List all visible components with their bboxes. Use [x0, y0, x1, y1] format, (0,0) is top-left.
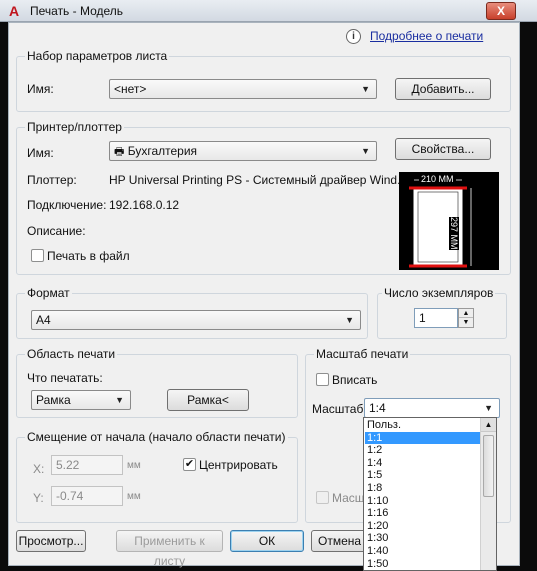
connection-label: Подключение:	[27, 198, 107, 212]
what-to-print-value: Рамка	[36, 393, 71, 407]
page-setup-title: Набор параметров листа	[25, 49, 170, 63]
copies-title: Число экземпляров	[382, 286, 496, 300]
printer-name-label: Имя:	[27, 146, 54, 160]
paper-format-select[interactable]: A4 ▼	[31, 310, 361, 330]
scroll-up-icon[interactable]: ▲	[481, 418, 496, 432]
scale-option[interactable]: 1:16	[365, 507, 481, 519]
print-area-title: Область печати	[25, 347, 118, 361]
preview-button[interactable]: Просмотр...	[16, 530, 86, 552]
scale-label: Масштаб:	[312, 402, 367, 416]
page-setup-name-value: <нет>	[114, 82, 147, 96]
page-setup-name-select[interactable]: <нет> ▼	[109, 79, 377, 99]
apply-to-layout-button[interactable]: Применить к листу	[116, 530, 223, 568]
plot-offset-title: Смещение от начала (начало области печат…	[25, 430, 288, 444]
what-to-print-label: Что печатать:	[27, 371, 103, 385]
scale-value: 1:4	[369, 401, 386, 415]
scale-lineweights-checkbox[interactable]	[316, 491, 329, 504]
connection-value: 192.168.0.12	[109, 198, 180, 212]
printer-group: Принтер/плоттер Имя: 🖶 Бухгалтерия ▼ Сво…	[16, 120, 511, 275]
scale-option[interactable]: 1:20	[365, 520, 481, 532]
print-area-group: Область печати Что печатать: Рамка ▼ Рам…	[16, 347, 298, 418]
copies-input[interactable]: 1	[414, 308, 458, 328]
spin-up-icon[interactable]: ▲	[459, 309, 473, 318]
print-to-file-checkbox[interactable]	[31, 249, 44, 262]
scale-option[interactable]: 1:2	[365, 444, 481, 456]
chevron-down-icon: ▼	[361, 146, 370, 156]
scale-list-scrollbar[interactable]: ▲	[480, 418, 496, 570]
more-about-printing-link[interactable]: Подробнее о печати	[370, 29, 483, 43]
ok-button[interactable]: ОК	[230, 530, 304, 552]
offset-x-label: X:	[33, 462, 45, 476]
description-label: Описание:	[27, 224, 86, 238]
page-setup-name-label: Имя:	[27, 82, 54, 96]
scale-option[interactable]: 1:50	[365, 558, 481, 570]
paper-width-label: 210 ММ	[419, 174, 456, 184]
scale-dropdown-list[interactable]: Польз. 1:1 1:2 1:4 1:5 1:8 1:10 1:16 1:20 1:30 1:4…	[363, 417, 497, 571]
printer-name-select[interactable]: 🖶 Бухгалтерия ▼	[109, 141, 377, 161]
scale-option[interactable]: 1:10	[365, 495, 481, 507]
window-title: Печать - Модель	[30, 4, 124, 18]
printer-properties-button[interactable]: Свойства...	[395, 138, 491, 160]
page-setup-group: Набор параметров листа Имя: <нет> ▼ Доба…	[16, 49, 511, 112]
scale-option[interactable]: 1:5	[365, 469, 481, 481]
plotter-value: HP Universal Printing PS - Системный дра…	[109, 173, 408, 187]
offset-x-input[interactable]: 5.22	[51, 455, 123, 475]
autocad-logo-icon: A	[8, 3, 20, 19]
scale-option[interactable]: 1:30	[365, 532, 481, 544]
offset-x-unit: мм	[127, 460, 141, 471]
chevron-down-icon: ▼	[115, 395, 124, 405]
chevron-down-icon: ▼	[484, 403, 493, 413]
scale-option[interactable]: Польз.	[365, 419, 481, 431]
spin-down-icon[interactable]: ▼	[459, 318, 473, 327]
offset-y-input[interactable]: -0.74	[51, 486, 123, 506]
scale-option[interactable]: 1:1	[365, 431, 481, 444]
title-bar[interactable]: A Печать - Модель X	[0, 0, 537, 22]
info-icon[interactable]: i	[346, 29, 361, 44]
format-title: Формат	[25, 286, 72, 300]
scale-option[interactable]: 1:8	[365, 482, 481, 494]
plotter-label: Плоттер:	[27, 173, 77, 187]
window-select-button[interactable]: Рамка<	[167, 389, 249, 411]
offset-y-unit: мм	[127, 491, 141, 502]
paper-size-preview: 210 ММ 297 ММ	[399, 172, 499, 270]
chevron-down-icon: ▼	[361, 84, 370, 94]
printer-icon: 🖶	[114, 146, 125, 158]
copies-spinner[interactable]: ▲ ▼	[458, 308, 474, 328]
format-group: Формат A4 ▼	[16, 286, 368, 339]
copies-group: Число экземпляров 1 ▲ ▼	[377, 286, 507, 339]
paper-format-value: A4	[36, 313, 51, 327]
print-to-file-label[interactable]: Печать в файл	[47, 249, 130, 263]
center-plot-checkbox[interactable]: ✔	[183, 458, 196, 471]
offset-y-label: Y:	[33, 491, 44, 505]
printer-group-title: Принтер/плоттер	[25, 120, 124, 134]
add-page-setup-button[interactable]: Добавить...	[395, 78, 491, 100]
scale-option[interactable]: 1:4	[365, 457, 481, 469]
plot-offset-group: Смещение от начала (начало области печат…	[16, 430, 298, 523]
chevron-down-icon: ▼	[345, 315, 354, 325]
what-to-print-select[interactable]: Рамка ▼	[31, 390, 131, 410]
scale-option[interactable]: 1:40	[365, 545, 481, 557]
paper-height-label: 297 ММ	[449, 217, 459, 250]
printer-name-value: Бухгалтерия	[127, 144, 198, 158]
scale-select[interactable]: 1:4 ▼	[364, 398, 500, 418]
scrollbar-thumb[interactable]	[483, 435, 494, 497]
fit-to-paper-checkbox[interactable]	[316, 373, 329, 386]
center-plot-label[interactable]: Центрировать	[199, 458, 278, 472]
close-button[interactable]: X	[486, 2, 516, 20]
fit-to-paper-label[interactable]: Вписать	[332, 373, 377, 387]
plot-scale-title: Масштаб печати	[314, 347, 411, 361]
